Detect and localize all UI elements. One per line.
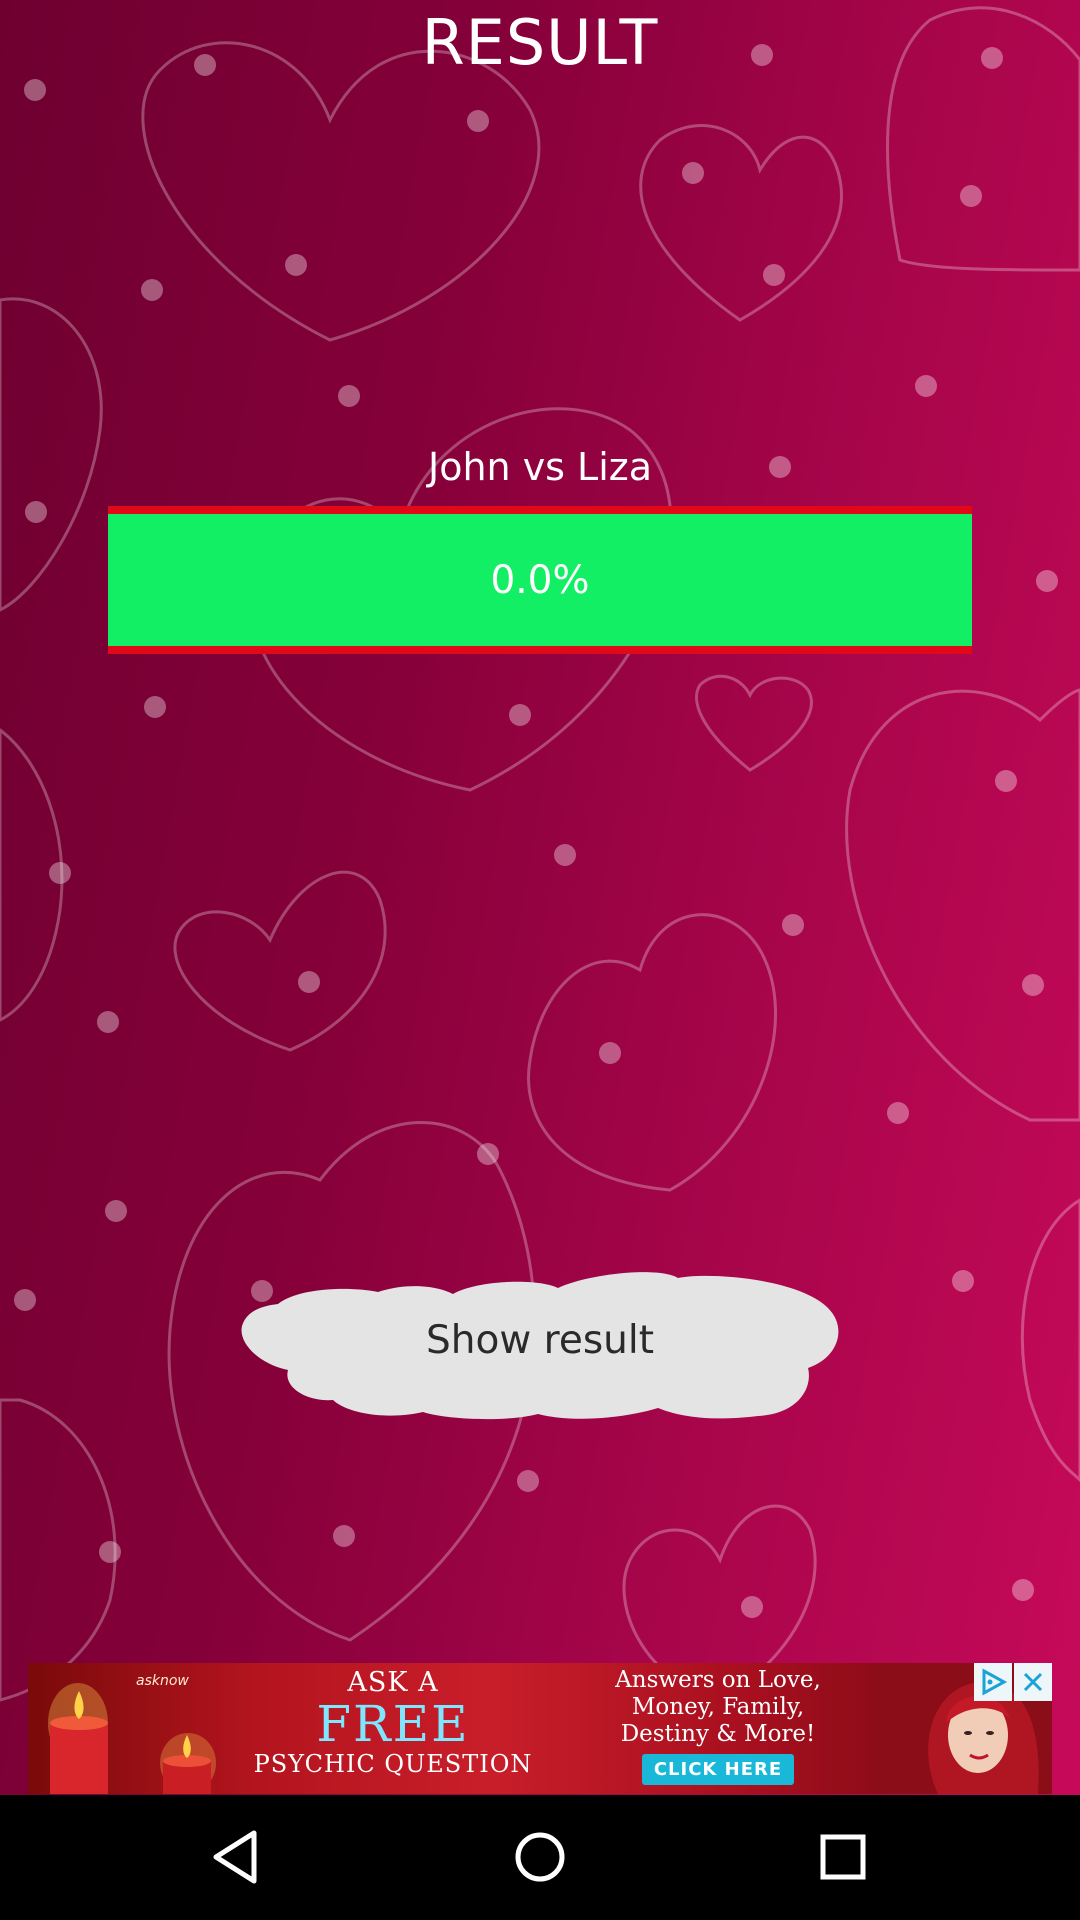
result-percentage-bar: 0.0% — [108, 506, 972, 654]
ad-copy-line3: Destiny & More! — [620, 1721, 816, 1747]
show-result-button[interactable]: Show result — [238, 1268, 842, 1422]
page-title: RESULT — [421, 6, 659, 79]
ad-banner[interactable]: asknow ASK A FREE PSYCHIC QUESTION Answe… — [28, 1663, 1052, 1794]
ad-copy-line2: Money, Family, — [631, 1694, 805, 1720]
match-names-label: John vs Liza — [427, 445, 653, 489]
result-screen: RESULT John vs Liza 0.0% Show result ask… — [0, 0, 1080, 1920]
ad-headline-line3: PSYCHIC QUESTION — [253, 1750, 533, 1778]
ad-copy-line1: Answers on Love, — [615, 1667, 821, 1693]
system-navigation-bar — [0, 1795, 1080, 1920]
result-percentage-value: 0.0% — [108, 514, 972, 646]
close-icon[interactable] — [1014, 1663, 1052, 1701]
ad-brand: asknow — [136, 1673, 189, 1689]
back-triangle-icon[interactable] — [196, 1817, 276, 1897]
hearts-background — [0, 6, 1080, 1702]
ad-choices-icon[interactable] — [974, 1663, 1012, 1701]
candles-image — [48, 1683, 216, 1794]
ad-headline: ASK A FREE PSYCHIC QUESTION — [228, 1667, 558, 1778]
ad-headline-line1: ASK A — [347, 1667, 439, 1698]
ad-cta-button[interactable]: CLICK HERE — [641, 1754, 795, 1785]
show-result-label: Show result — [426, 1318, 654, 1363]
recents-square-icon[interactable] — [803, 1817, 883, 1897]
ad-headline-line2: FREE — [316, 1695, 470, 1753]
home-circle-icon[interactable] — [500, 1817, 580, 1897]
ad-copy: Answers on Love, Money, Family, Destiny … — [563, 1667, 873, 1785]
